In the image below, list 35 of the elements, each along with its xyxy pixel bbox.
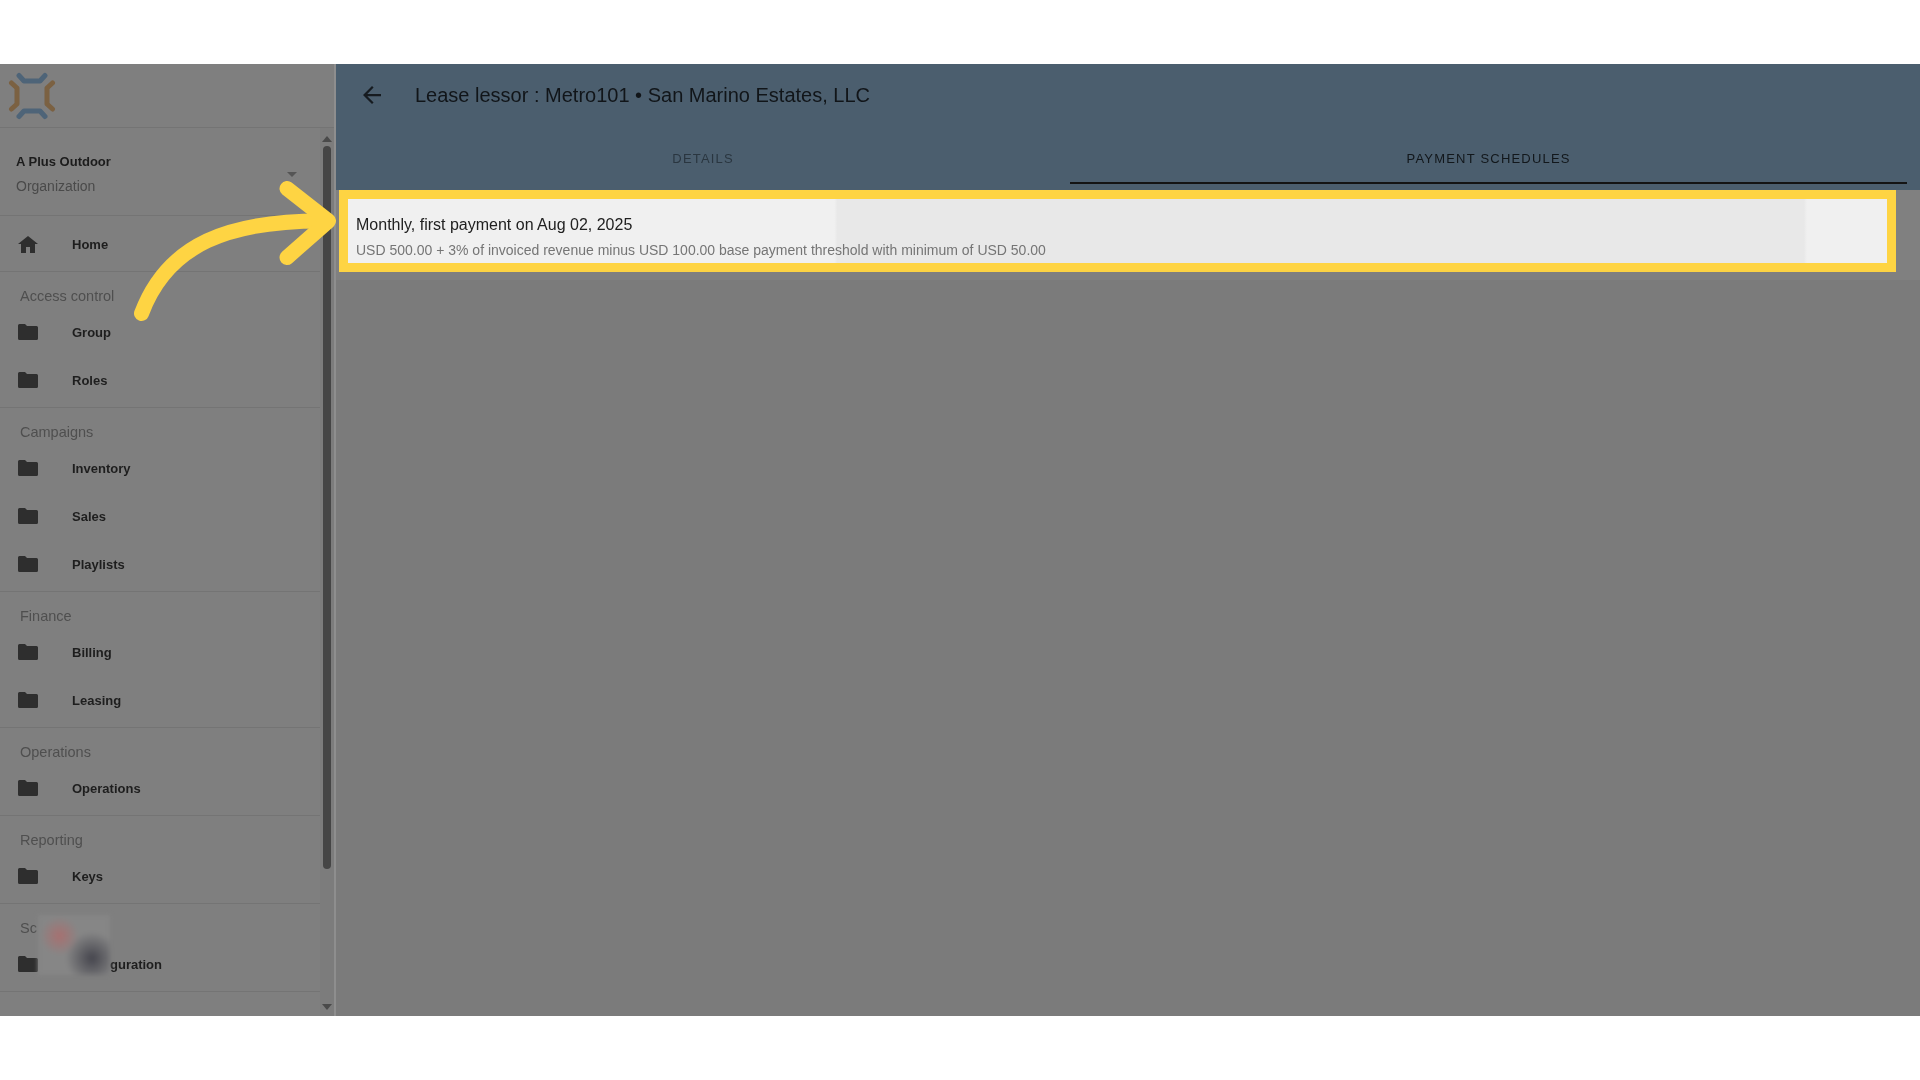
scroll-up-arrow-icon[interactable] — [322, 136, 332, 142]
schedule-row[interactable]: Monthly, first payment on Aug 02, 2025 USD 500.00 + 3% of invoiced revenue minus USD 100.00 base payment threshold with minimum of USD 50.00 — [339, 190, 1896, 272]
page-title: Lease lessor : Metro101 • San Marino Estates, LLC — [415, 83, 870, 107]
tab[interactable]: PAYMENT SCHEDULES — [1070, 126, 1907, 184]
nav-item[interactable]: Leasing — [0, 676, 320, 724]
nav-item[interactable]: Billing — [0, 628, 320, 676]
folder-icon — [18, 372, 38, 388]
scrollbar-thumb[interactable] — [323, 146, 331, 869]
logo-icon — [8, 71, 56, 120]
home-icon — [18, 235, 38, 253]
nav-item[interactable]: guration — [0, 940, 320, 988]
nav-item[interactable]: Inventory — [0, 444, 320, 492]
folder-icon — [18, 324, 38, 340]
nav-item[interactable]: Roles — [0, 356, 320, 404]
scroll-down-arrow-icon[interactable] — [322, 1004, 332, 1010]
folder-icon — [18, 956, 38, 972]
folder-icon — [18, 692, 38, 708]
schedule-title: Monthly, first payment on Aug 02, 2025 — [356, 215, 633, 235]
dropdown-caret-icon[interactable] — [287, 171, 297, 177]
folder-icon — [18, 644, 38, 660]
schedule-description: USD 500.00 + 3% of invoiced revenue minus USD 100.00 base payment threshold with minimum of USD 50.00 — [356, 242, 1046, 258]
organization-name: A Plus Outdoor — [16, 153, 111, 171]
nav-item[interactable]: Home — [0, 220, 320, 268]
nav-item[interactable]: Group — [0, 308, 320, 356]
folder-icon — [18, 556, 38, 572]
folder-icon — [18, 868, 38, 884]
nav-item[interactable]: Operations — [0, 764, 320, 812]
folder-icon — [18, 508, 38, 524]
nav-item[interactable]: Keys — [0, 852, 320, 900]
nav-item[interactable]: Playlists — [0, 540, 320, 588]
back-button[interactable] — [363, 86, 381, 104]
folder-icon — [18, 780, 38, 796]
folder-icon — [18, 460, 38, 476]
back-arrow-icon — [363, 86, 381, 104]
nav-item[interactable]: Sales — [0, 492, 320, 540]
